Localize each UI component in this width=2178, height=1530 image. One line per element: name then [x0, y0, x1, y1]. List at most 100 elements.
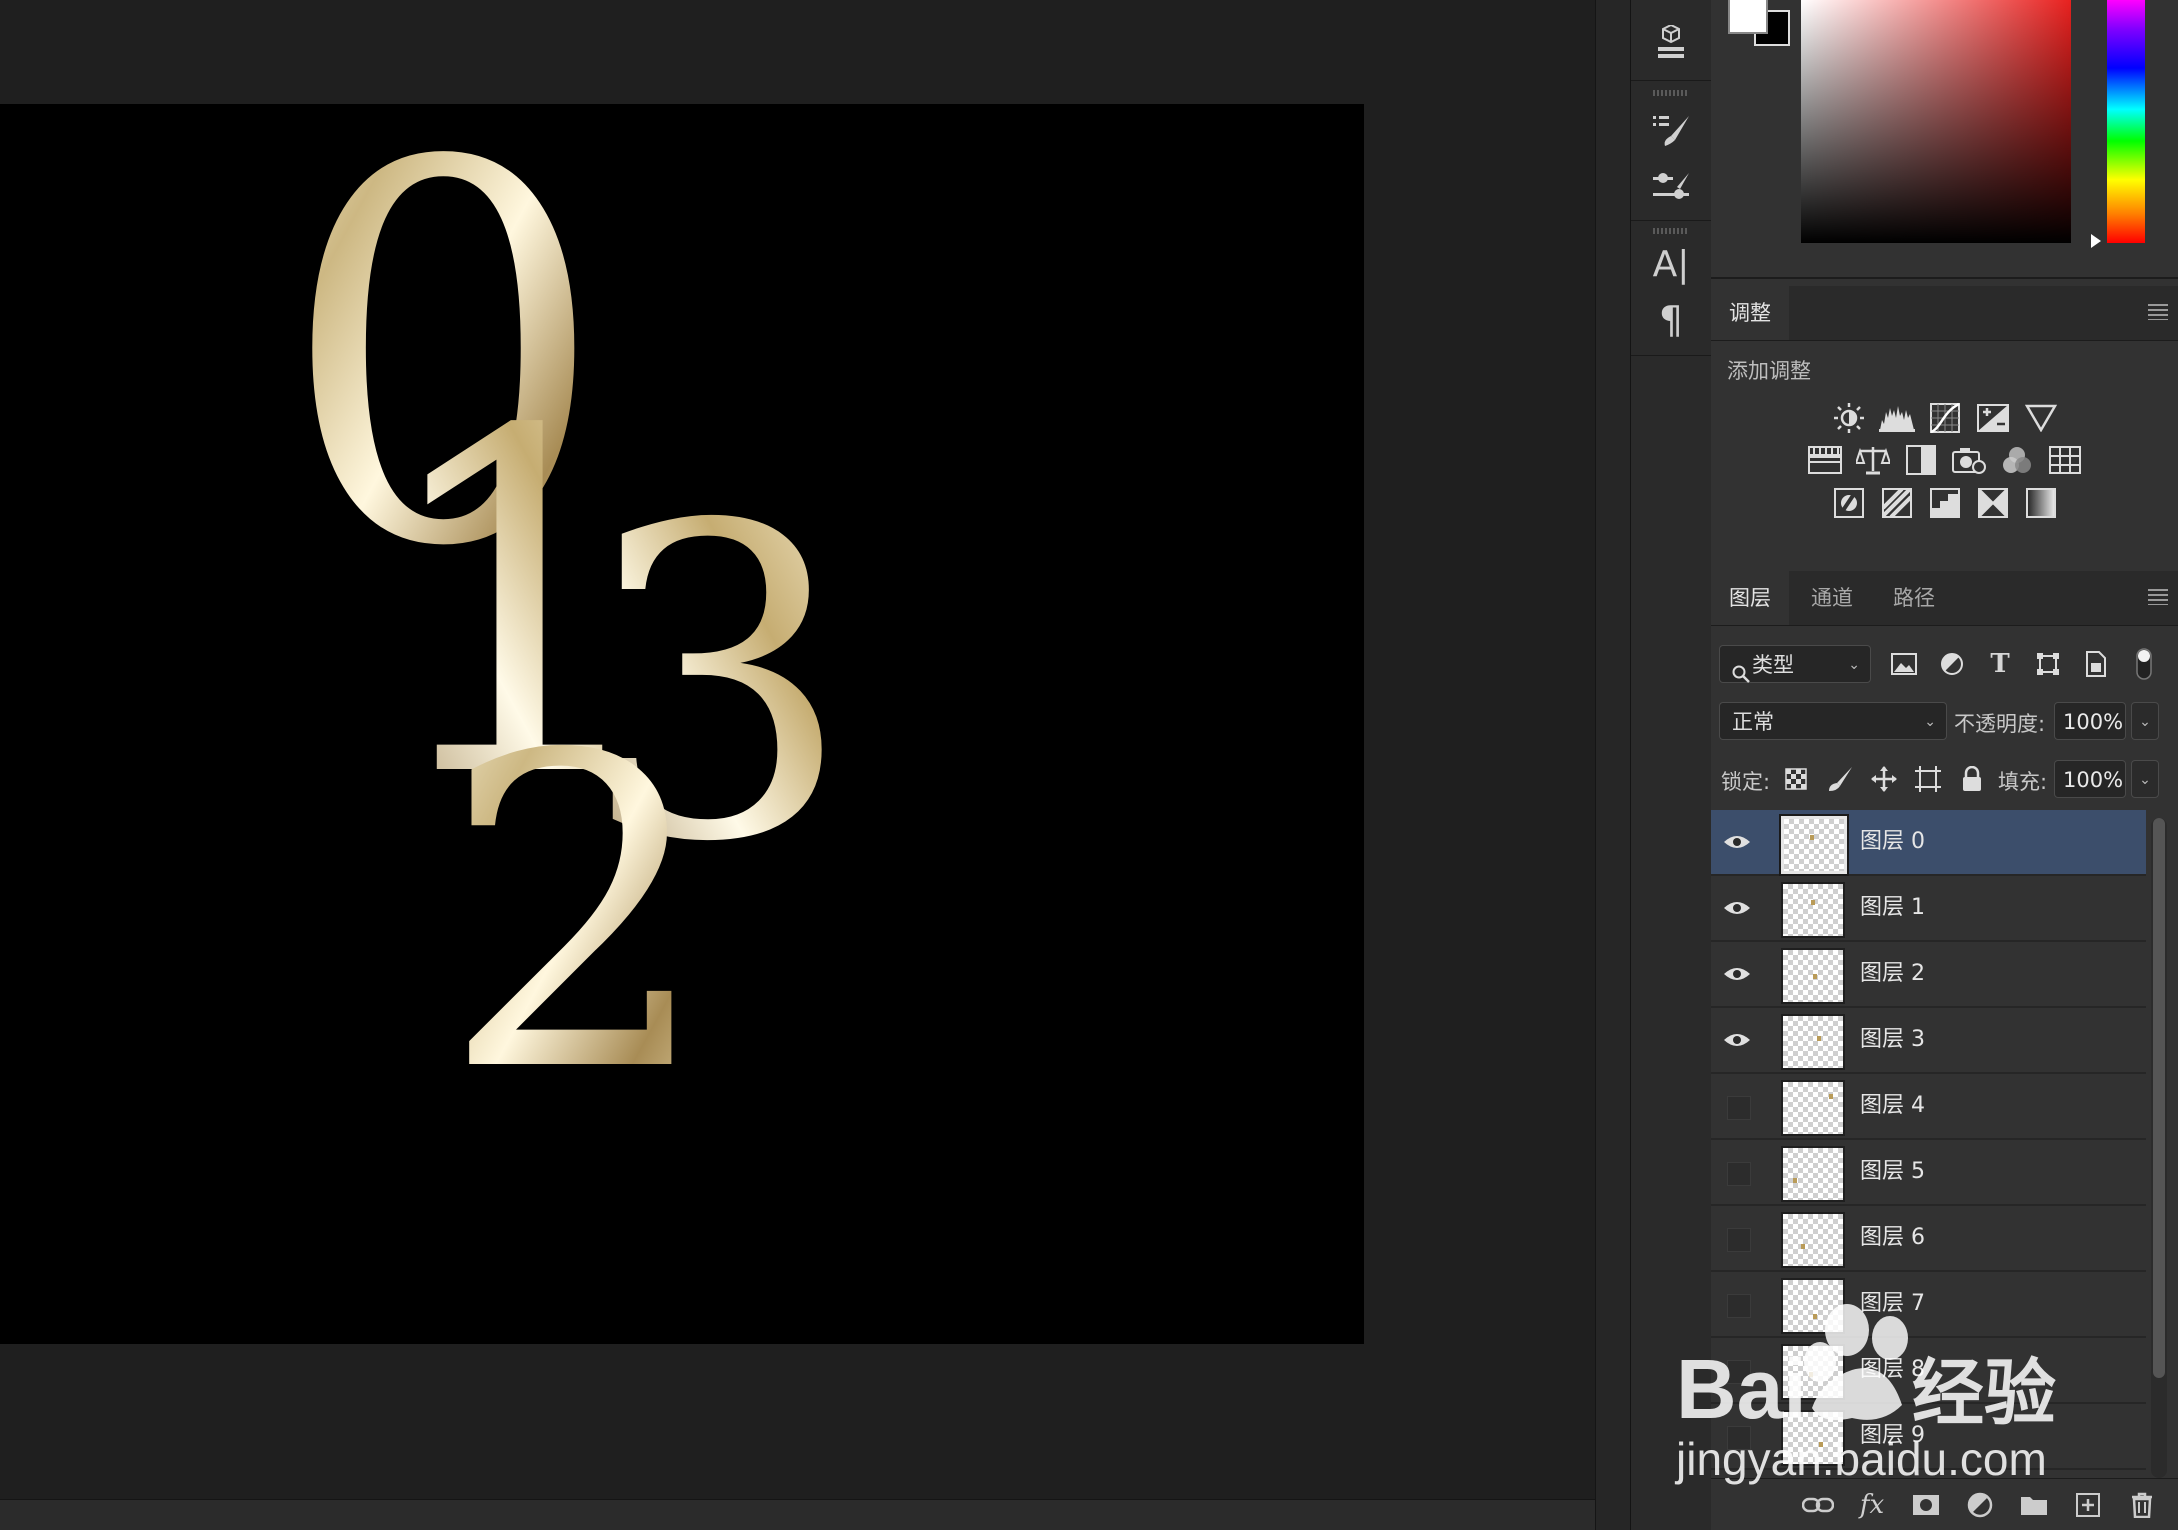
invert-icon[interactable] — [1831, 485, 1867, 521]
layer-row-0[interactable]: 图层 0 — [1711, 810, 2146, 876]
layer-name[interactable]: 图层 3 — [1860, 1008, 1925, 1072]
layer-name[interactable]: 图层 5 — [1860, 1140, 1925, 1204]
layer-row-7[interactable]: 图层 7 — [1711, 1272, 2146, 1338]
layer-name[interactable]: 图层 0 — [1860, 810, 1925, 874]
pixel-filter-icon[interactable] — [1887, 645, 1921, 683]
smart-object-filter-icon[interactable] — [2079, 645, 2113, 683]
exposure-icon[interactable] — [1975, 400, 2011, 436]
lock-pixels-icon[interactable] — [1823, 760, 1857, 798]
tab-channels[interactable]: 通道 — [1793, 571, 1871, 625]
mask-icon[interactable] — [1908, 1487, 1944, 1523]
digit-2: 2 — [440, 666, 714, 1166]
adjustments-menu-icon[interactable] — [2148, 304, 2168, 320]
layers-menu-icon[interactable] — [2148, 589, 2168, 605]
levels-icon[interactable] — [1878, 400, 1915, 436]
color-lookup-icon[interactable] — [2047, 442, 2083, 478]
hue-slider[interactable] — [2107, 0, 2145, 243]
tab-layers[interactable]: 图层 — [1711, 571, 1789, 625]
layers-scroll-thumb[interactable] — [2153, 818, 2165, 1378]
channel-mixer-icon[interactable] — [1999, 442, 2035, 478]
panel-gutter — [1595, 0, 1631, 1530]
hue-saturation-icon[interactable] — [1807, 442, 1843, 478]
layer-name[interactable]: 图层 8 — [1860, 1338, 1925, 1402]
visibility-toggle-off[interactable] — [1727, 1228, 1751, 1252]
foreground-color-swatch[interactable] — [1728, 0, 1768, 34]
brightness-icon[interactable] — [1831, 400, 1867, 436]
brush-presets-icon[interactable] — [1647, 106, 1695, 154]
layer-row-3[interactable]: 图层 3 — [1711, 1008, 2146, 1074]
gradient-map-icon[interactable] — [2023, 485, 2059, 521]
layer-row-6[interactable]: 图层 6 — [1711, 1206, 2146, 1272]
layer-name[interactable]: 图层 7 — [1860, 1272, 1925, 1336]
layer-row-4[interactable]: 图层 4 — [1711, 1074, 2146, 1140]
layer-thumbnail — [1781, 1146, 1845, 1202]
color-balance-icon[interactable] — [1855, 442, 1891, 478]
selective-color-icon[interactable] — [1975, 485, 2011, 521]
lock-artboard-icon[interactable] — [1911, 760, 1945, 798]
layer-row-9[interactable]: 图层 9 — [1711, 1404, 2146, 1470]
visibility-eye-icon[interactable] — [1723, 1028, 1751, 1052]
tab-adjustments[interactable]: 调整 — [1711, 286, 1789, 340]
horizontal-scrollbar[interactable] — [0, 1499, 1595, 1530]
visibility-toggle-off[interactable] — [1727, 1294, 1751, 1318]
layer-name[interactable]: 图层 4 — [1860, 1074, 1925, 1138]
3d-layers-icon[interactable] — [1647, 18, 1695, 66]
link-icon[interactable] — [1800, 1487, 1836, 1523]
visibility-eye-icon[interactable] — [1723, 962, 1751, 986]
layer-row-1[interactable]: 图层 1 — [1711, 876, 2146, 942]
lock-position-icon[interactable] — [1867, 760, 1901, 798]
visibility-eye-icon[interactable] — [1723, 830, 1751, 854]
vibrance-icon[interactable] — [2023, 400, 2059, 436]
lock-all-icon[interactable] — [1955, 760, 1989, 798]
layer-thumbnail — [1781, 1212, 1845, 1268]
paragraph-panel-icon[interactable]: ¶ — [1647, 296, 1695, 344]
visibility-eye-icon[interactable] — [1723, 896, 1751, 920]
filter-toggle-switch[interactable] — [2131, 645, 2157, 683]
threshold-icon[interactable] — [1927, 485, 1963, 521]
fill-input[interactable]: 100% — [2054, 760, 2126, 798]
document-canvas[interactable]: 0 3 1 2 — [0, 104, 1364, 1344]
tab-paths[interactable]: 路径 — [1875, 571, 1953, 625]
adjustment-icon[interactable] — [1962, 1487, 1998, 1523]
photo-filter-icon[interactable] — [1951, 442, 1987, 478]
opacity-label: 不透明度: — [1954, 712, 2046, 736]
curves-icon[interactable] — [1927, 400, 1963, 436]
blend-mode-dropdown[interactable]: 正常 ⌄ — [1719, 702, 1947, 740]
right-panels: 调整 添加调整 图层 通道 路径 类型 ⌄ T 正常 ⌄ 不透明度: 100% … — [1711, 0, 2178, 1530]
black-white-icon[interactable] — [1903, 442, 1939, 478]
opacity-dropdown-arrow[interactable]: ⌄ — [2131, 702, 2159, 740]
layer-name[interactable]: 图层 2 — [1860, 942, 1925, 1006]
layer-row-5[interactable]: 图层 5 — [1711, 1140, 2146, 1206]
layer-row-2[interactable]: 图层 2 — [1711, 942, 2146, 1008]
opacity-input[interactable]: 100% — [2054, 702, 2126, 740]
layer-thumbnail — [1781, 882, 1845, 938]
trash-icon[interactable] — [2124, 1487, 2160, 1523]
folder-icon[interactable] — [2016, 1487, 2052, 1523]
adjustments-tabbar: 调整 — [1711, 286, 2178, 341]
adjustment-filter-icon[interactable] — [1935, 645, 1969, 683]
fill-dropdown-arrow[interactable]: ⌄ — [2131, 760, 2159, 798]
lock-transparent-icon[interactable] — [1779, 760, 1813, 798]
hue-slider-caret[interactable] — [2091, 234, 2101, 248]
type-filter-icon[interactable]: T — [1983, 645, 2017, 683]
color-picker-field[interactable] — [1801, 0, 2071, 243]
chevron-down-icon: ⌄ — [1848, 657, 1860, 673]
shape-filter-icon[interactable] — [2031, 645, 2065, 683]
layers-tabbar: 图层 通道 路径 — [1711, 571, 2178, 626]
visibility-toggle-off[interactable] — [1727, 1360, 1751, 1384]
character-panel-icon[interactable]: A| — [1647, 240, 1695, 288]
posterize-icon[interactable] — [1879, 485, 1915, 521]
fx-icon[interactable]: fx — [1854, 1487, 1890, 1523]
filter-kind-dropdown[interactable]: 类型 ⌄ — [1719, 645, 1871, 683]
brush-settings-icon[interactable] — [1647, 164, 1695, 212]
visibility-toggle-off[interactable] — [1727, 1426, 1751, 1450]
layer-name[interactable]: 图层 1 — [1860, 876, 1925, 940]
layer-name[interactable]: 图层 9 — [1860, 1404, 1925, 1468]
visibility-toggle-off[interactable] — [1727, 1162, 1751, 1186]
layer-row-8[interactable]: 图层 8 — [1711, 1338, 2146, 1404]
layer-name[interactable]: 图层 6 — [1860, 1206, 1925, 1270]
layer-thumbnail — [1781, 948, 1845, 1004]
visibility-toggle-off[interactable] — [1727, 1096, 1751, 1120]
new-layer-icon[interactable] — [2070, 1487, 2106, 1523]
layers-scrollbar[interactable] — [2151, 818, 2167, 1478]
